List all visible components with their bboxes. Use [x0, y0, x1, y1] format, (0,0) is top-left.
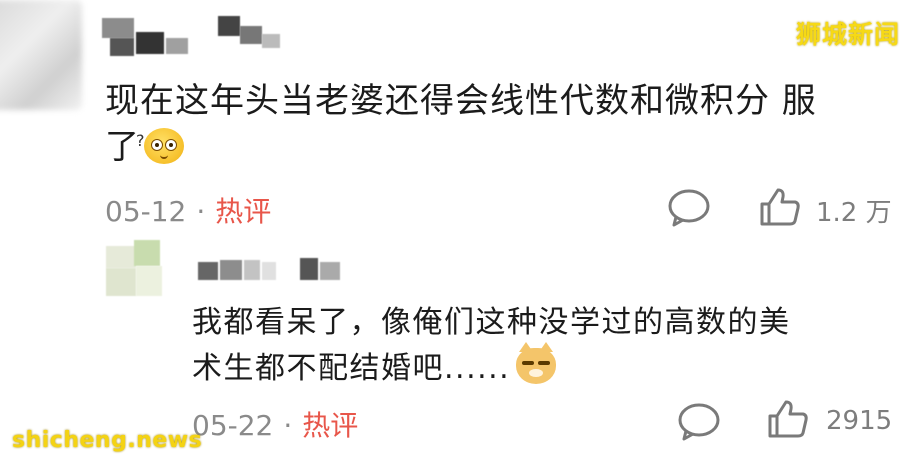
comment-bubble-icon[interactable] — [666, 188, 712, 228]
watermark-logo: 狮城新闻 — [795, 20, 900, 49]
reply-meta: 05-22 · 热评 — [192, 404, 358, 444]
comment-meta: 05-12 · 热评 — [105, 190, 271, 230]
hot-badge: 热评 — [215, 195, 272, 228]
comment-bubble-icon[interactable] — [676, 402, 722, 442]
reply-line-1: 我都看呆了，像俺们这种没学过的高数的美 — [192, 305, 791, 340]
meta-separator: · — [283, 409, 293, 442]
smug-cat-emoji-icon — [516, 342, 557, 384]
hot-badge: 热评 — [302, 409, 359, 442]
thumbs-up-icon[interactable] — [758, 186, 802, 228]
like-count: 2915 — [826, 406, 893, 436]
thinking-face-emoji-icon: ? — [136, 128, 184, 164]
reply-body: 我都看呆了，像俺们这种没学过的高数的美 术生都不配结婚吧...... — [192, 300, 791, 392]
comment-line-1: 现在这年头当老婆还得会线性代数和微积分 服 — [105, 81, 817, 121]
reply-line-2: 术生都不配结婚吧...... — [192, 342, 791, 392]
thumbs-up-icon[interactable] — [766, 398, 810, 440]
comment-date: 05-12 — [105, 195, 187, 228]
comment-line-2: 了? — [105, 124, 817, 170]
reply-date: 05-22 — [192, 409, 274, 442]
avatar[interactable] — [0, 0, 82, 110]
like-count: 1.2 万 — [816, 198, 892, 228]
watermark-site: shicheng.news — [12, 428, 203, 453]
meta-separator: · — [196, 195, 206, 228]
comment-body: 现在这年头当老婆还得会线性代数和微积分 服 了? — [105, 78, 817, 170]
